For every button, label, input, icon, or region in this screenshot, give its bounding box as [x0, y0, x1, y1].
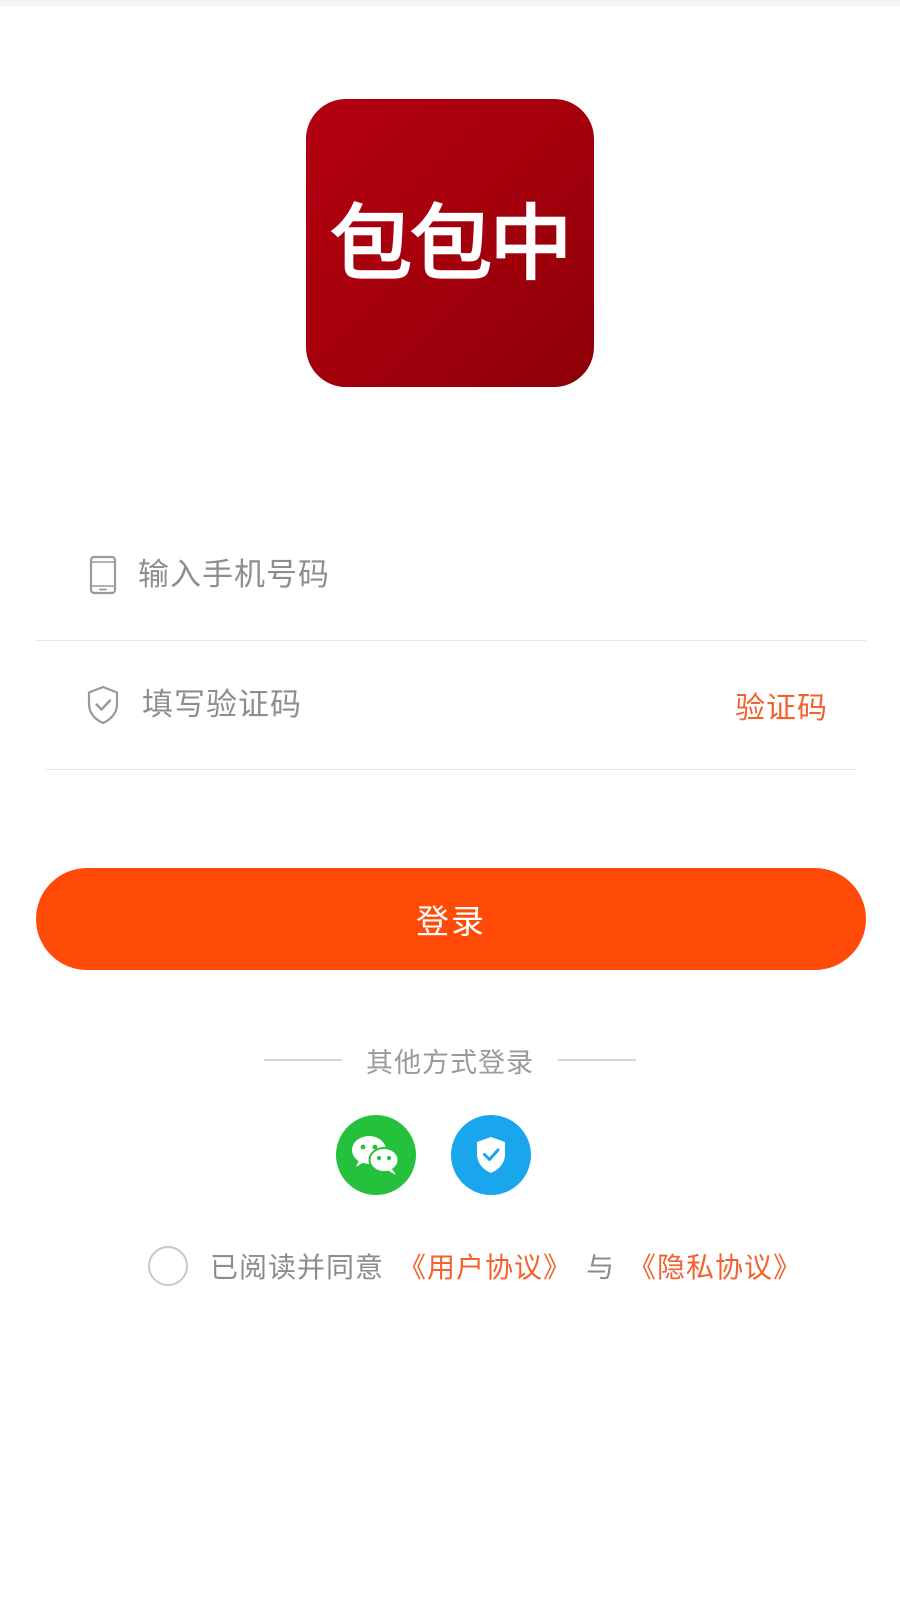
- get-code-button[interactable]: 验证码: [735, 683, 828, 727]
- code-input[interactable]: [142, 675, 702, 735]
- agreement-checkbox[interactable]: [148, 1246, 188, 1286]
- user-agreement-link[interactable]: 《用户协议》: [398, 1246, 572, 1286]
- app-logo-text: 包包中: [329, 196, 572, 292]
- other-login-label: 其他方式登录: [366, 1047, 534, 1079]
- login-button[interactable]: 登录: [36, 868, 866, 970]
- app-logo: 包包中: [306, 99, 594, 387]
- wechat-icon: [350, 1133, 402, 1177]
- phone-field: [36, 510, 866, 641]
- verify-login-button[interactable]: [451, 1115, 531, 1195]
- wechat-login-button[interactable]: [336, 1115, 416, 1195]
- shield-check-icon: [86, 685, 120, 725]
- code-field: 验证码: [36, 640, 866, 770]
- divider-line-right: [558, 1059, 636, 1061]
- agreement-connector: 与: [586, 1251, 615, 1284]
- agreement-row: 已阅读并同意 《用户协议》 与 《隐私协议》: [148, 1243, 802, 1289]
- phone-input[interactable]: [138, 545, 698, 605]
- privacy-policy-link[interactable]: 《隐私协议》: [628, 1246, 802, 1286]
- other-login-divider: 其他方式登录: [0, 1040, 900, 1080]
- shield-verify-icon: [474, 1135, 508, 1175]
- agreement-prefix: 已阅读并同意: [210, 1251, 385, 1284]
- divider-line-left: [264, 1059, 342, 1061]
- phone-icon: [86, 555, 120, 595]
- status-bar-strip: [0, 0, 900, 6]
